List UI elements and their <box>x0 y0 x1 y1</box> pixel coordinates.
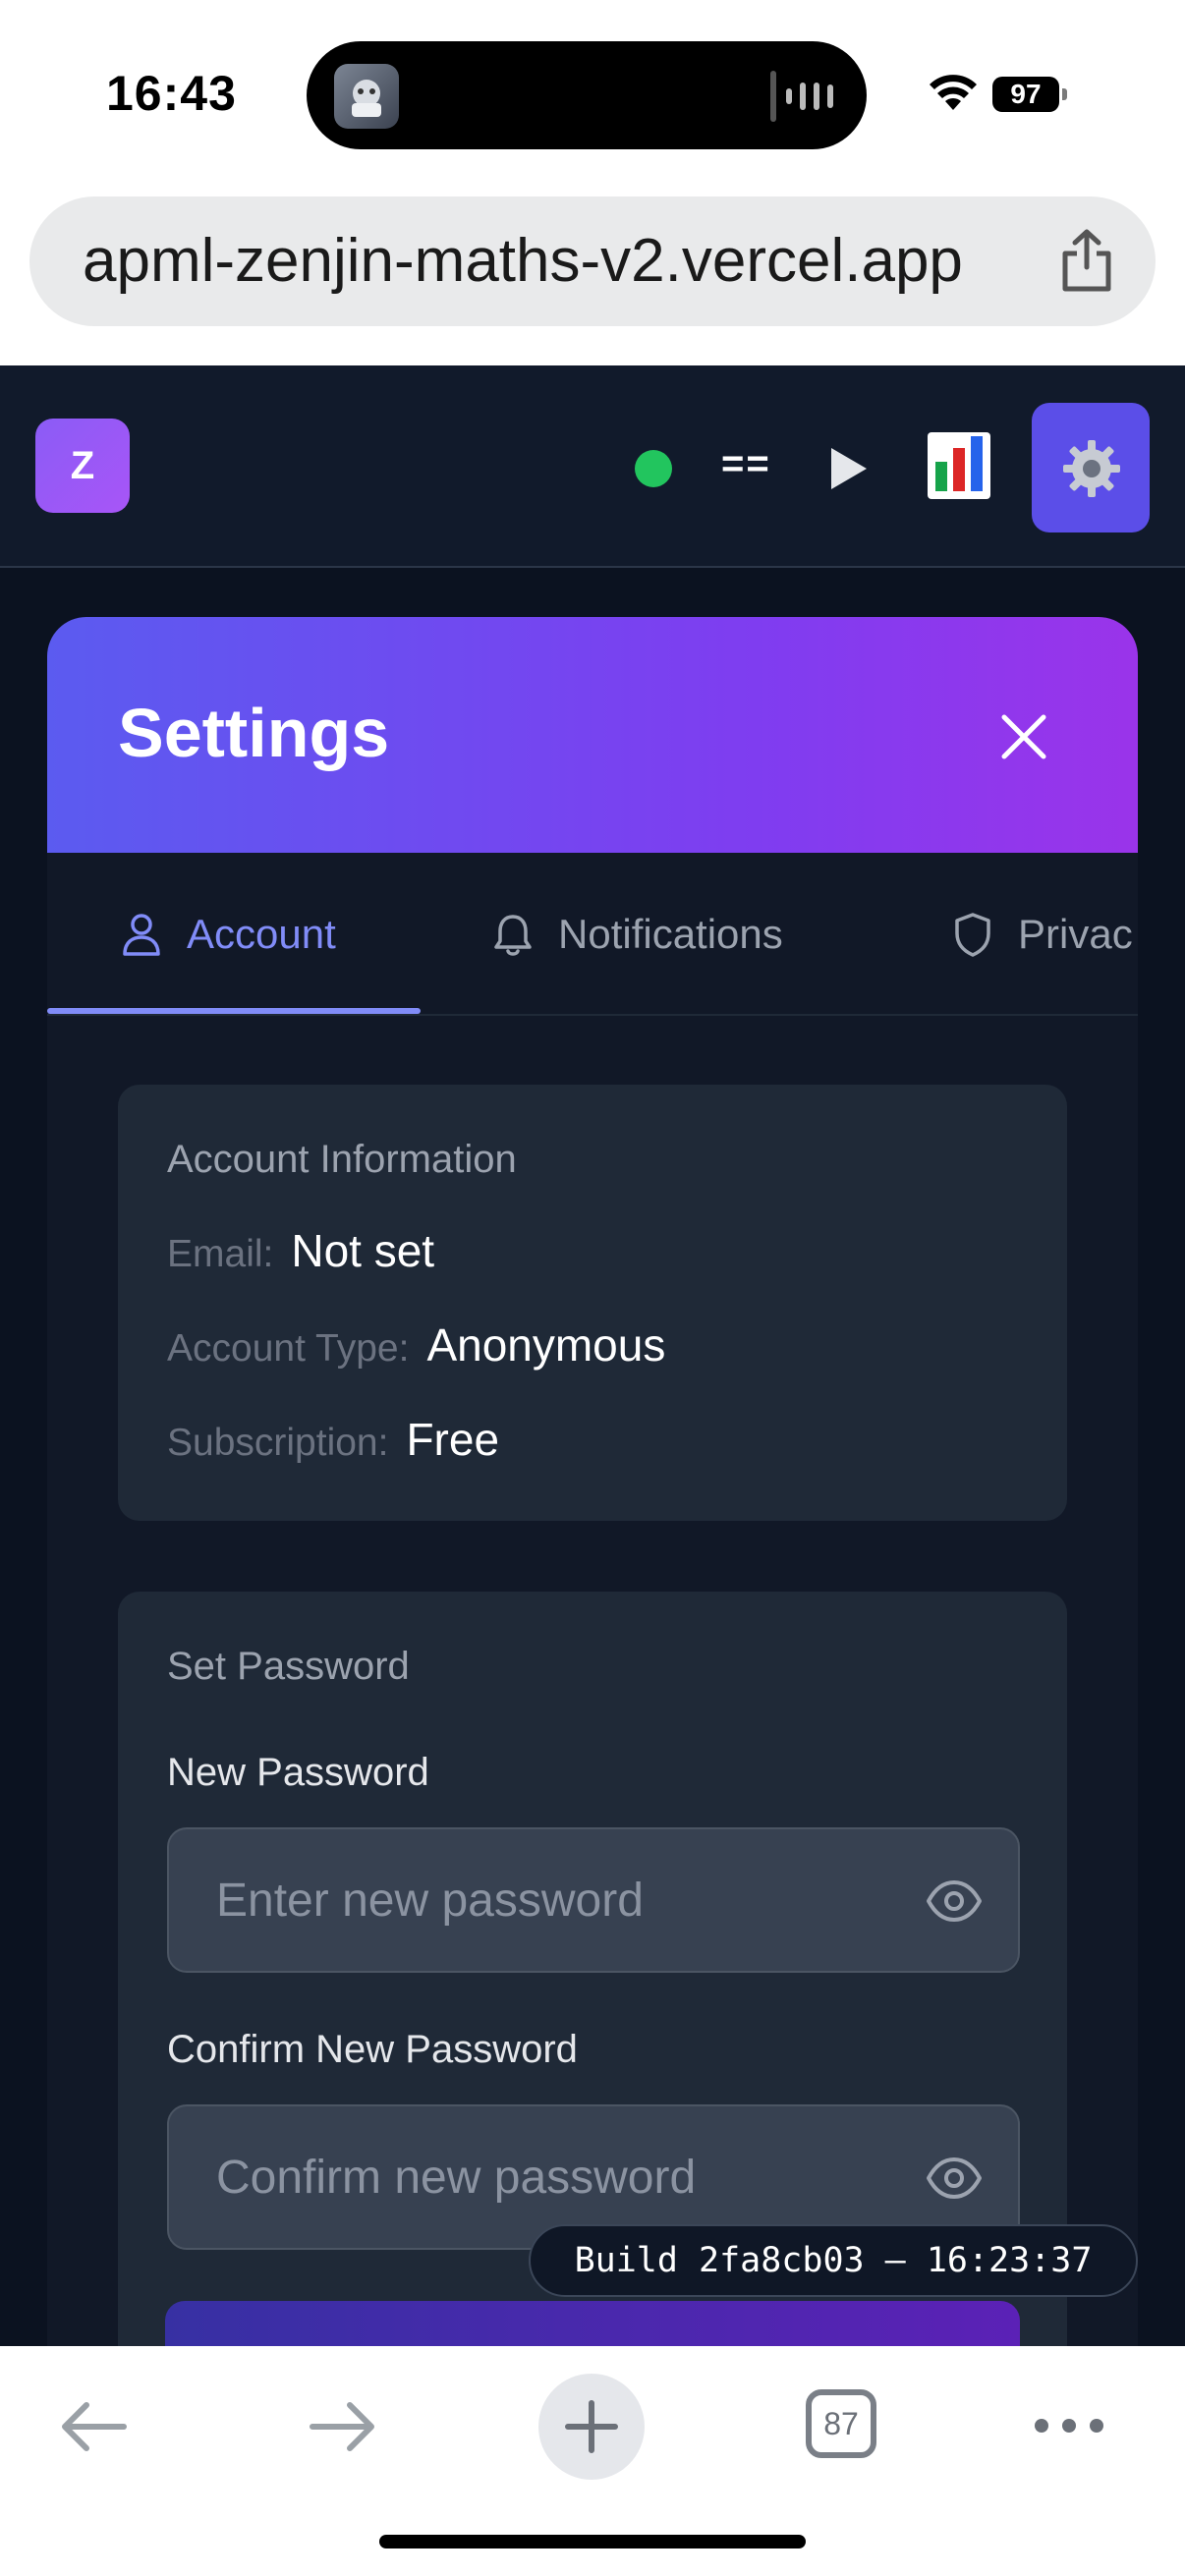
subscription-row: Subscription: Free <box>167 1413 499 1466</box>
account-type-row: Account Type: Anonymous <box>167 1318 665 1372</box>
build-badge: Build 2fa8cb03 – 16:23:37 <box>529 2224 1138 2297</box>
user-icon <box>123 914 160 956</box>
battery-level: 97 <box>992 77 1059 112</box>
dynamic-island[interactable] <box>307 41 867 149</box>
tab-notifications[interactable]: Notifications <box>491 853 783 1016</box>
tab-privacy[interactable]: Privac <box>951 853 1133 1016</box>
address-bar[interactable]: apml-zenjin-maths-v2.vercel.app <box>29 196 1156 326</box>
settings-modal: Settings Account Notifications Privac Ac… <box>47 617 1138 2346</box>
subscription-label: Subscription: <box>167 1422 389 1464</box>
ios-status-bar: 16:43 97 apml-zenjin-maths-v2.vercel.app <box>0 0 1185 326</box>
status-time: 16:43 <box>106 66 237 121</box>
email-value: Not set <box>291 1225 435 1276</box>
forward-arrow-icon[interactable] <box>307 2399 379 2454</box>
connection-status-dot <box>635 450 672 487</box>
tab-account[interactable]: Account <box>120 853 336 1016</box>
tab-notifications-label: Notifications <box>558 911 783 957</box>
new-password-input[interactable] <box>216 1829 884 1971</box>
share-icon[interactable] <box>1057 228 1116 293</box>
more-options-icon[interactable] <box>1032 2401 1106 2450</box>
account-info-card: Account Information Email: Not set Accoun… <box>118 1085 1067 1521</box>
app-viewport: Z == Settings Account Notifications Priv… <box>0 365 1185 2346</box>
menu-toggle-button[interactable]: == <box>721 442 771 486</box>
stats-chart-icon[interactable] <box>928 432 990 499</box>
home-indicator[interactable] <box>379 2535 806 2548</box>
plus-icon <box>565 2400 618 2453</box>
bell-icon <box>494 915 532 956</box>
battery-tip <box>1062 88 1067 100</box>
subscription-value: Free <box>406 1414 500 1465</box>
audio-waveform-icon <box>770 71 833 122</box>
email-label: Email: <box>167 1233 274 1275</box>
back-arrow-icon[interactable] <box>57 2399 130 2454</box>
account-type-label: Account Type: <box>167 1327 410 1370</box>
settings-tabs: Account Notifications Privac <box>47 853 1138 1016</box>
tab-switcher-button[interactable]: 87 <box>806 2389 876 2458</box>
set-password-title: Set Password <box>167 1645 410 1688</box>
active-tab-indicator <box>47 1008 421 1014</box>
app-header: Z == <box>0 365 1185 568</box>
confirm-password-label: Confirm New Password <box>167 2028 578 2071</box>
settings-button[interactable] <box>1032 403 1150 532</box>
battery-indicator: 97 <box>992 77 1067 112</box>
eye-icon[interactable] <box>926 1873 983 1930</box>
close-icon[interactable] <box>994 707 1053 766</box>
tab-privacy-label: Privac <box>1018 911 1133 957</box>
new-password-label: New Password <box>167 1751 429 1794</box>
settings-title: Settings <box>118 695 390 771</box>
now-playing-thumbnail <box>334 64 399 129</box>
url-text[interactable]: apml-zenjin-maths-v2.vercel.app <box>83 226 963 296</box>
tab-account-label: Account <box>187 911 336 957</box>
settings-modal-header: Settings <box>47 617 1138 853</box>
account-type-value: Anonymous <box>426 1319 666 1371</box>
gear-icon <box>1063 440 1120 497</box>
shield-icon <box>955 913 990 957</box>
app-logo[interactable]: Z <box>35 419 130 513</box>
account-info-title: Account Information <box>167 1138 517 1181</box>
wifi-icon <box>930 75 977 110</box>
new-password-field[interactable] <box>167 1827 1020 1973</box>
new-tab-button[interactable] <box>538 2374 645 2480</box>
email-row: Email: Not set <box>167 1224 434 1277</box>
play-icon[interactable] <box>823 444 873 493</box>
eye-icon[interactable] <box>926 2150 983 2207</box>
